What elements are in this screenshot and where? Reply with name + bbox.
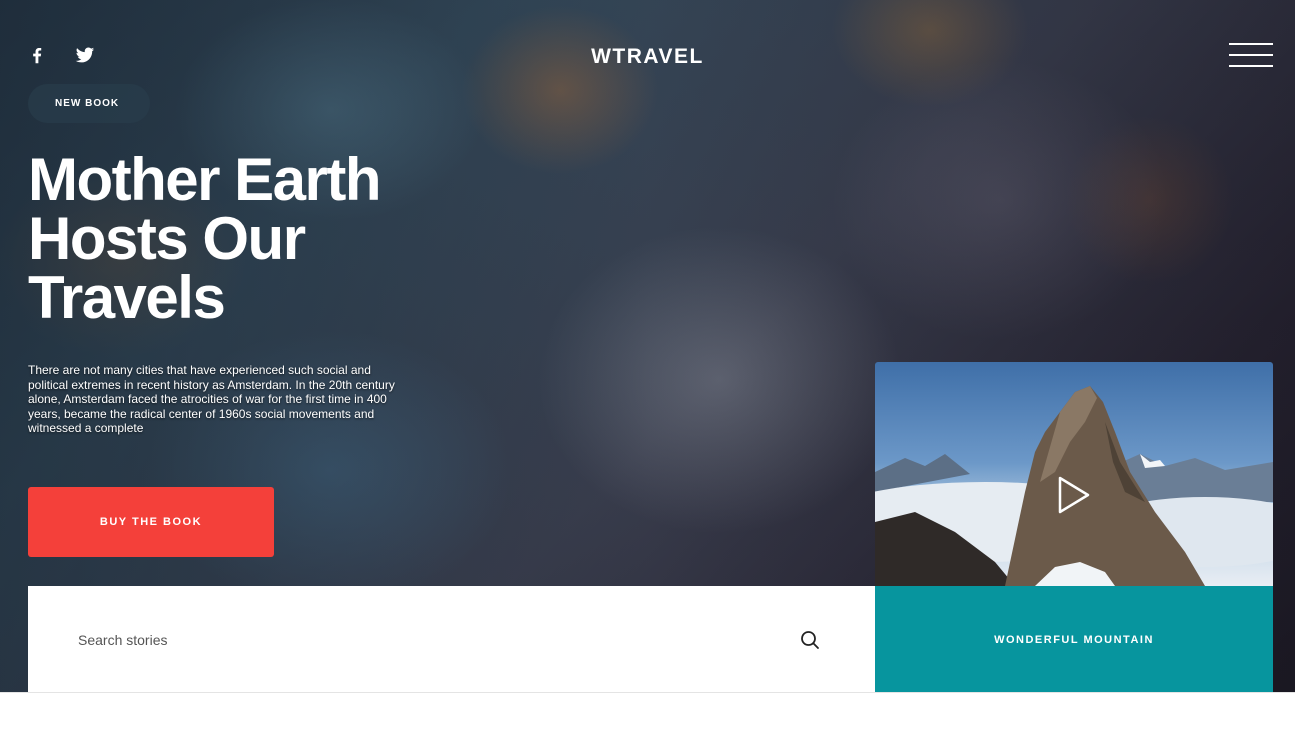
- menu-line: [1229, 43, 1273, 45]
- video-thumbnail[interactable]: [875, 362, 1273, 586]
- hamburger-menu-icon[interactable]: [1229, 43, 1273, 67]
- divider: [0, 692, 1295, 693]
- hero-description: There are not many cities that have expe…: [28, 363, 395, 435]
- play-icon[interactable]: [1057, 475, 1091, 515]
- menu-line: [1229, 65, 1273, 67]
- search-bar: [28, 586, 875, 693]
- search-input[interactable]: [28, 586, 788, 693]
- video-caption[interactable]: WONDERFUL MOUNTAIN: [875, 586, 1273, 693]
- hero-title: Mother Earth Hosts Our Travels: [28, 146, 382, 331]
- menu-line: [1229, 54, 1273, 56]
- search-icon[interactable]: [800, 630, 820, 650]
- brand-logo[interactable]: WTRAVEL: [0, 45, 1295, 69]
- new-book-badge: NEW BOOK: [28, 84, 150, 123]
- mountain-image: [875, 386, 1273, 586]
- buy-the-book-button[interactable]: BUY THE BOOK: [28, 487, 274, 557]
